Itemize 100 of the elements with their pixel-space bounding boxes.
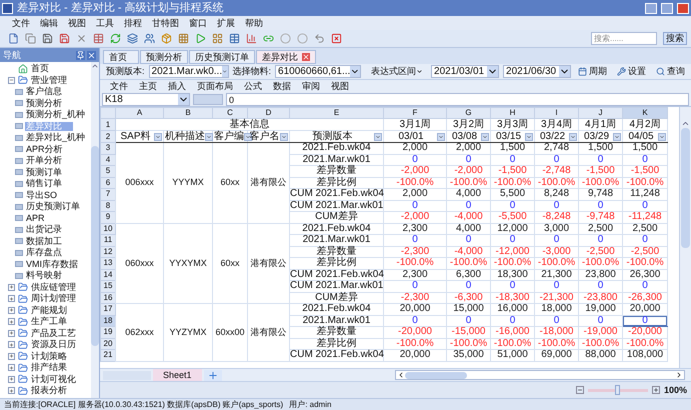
horizontal-scrollbar[interactable] — [395, 370, 685, 380]
tree-item[interactable]: APR分析 — [25, 144, 64, 154]
tree-item[interactable]: APR — [25, 214, 46, 223]
toolbar-button[interactable]: 周期 — [575, 67, 610, 76]
toolbar-button[interactable]: 查询 — [653, 67, 688, 76]
document-tab[interactable]: 首页 — [103, 50, 139, 64]
ribbon-tab[interactable]: 文件 — [110, 82, 128, 91]
tree-item[interactable]: 周计划管理 — [31, 294, 76, 304]
row-header[interactable]: 14 — [100, 269, 116, 280]
menu-item[interactable]: 帮助 — [245, 18, 263, 28]
menu-item[interactable]: 甘特图 — [152, 18, 179, 28]
layout-icon[interactable] — [212, 33, 223, 44]
close-button[interactable] — [677, 2, 689, 14]
expand-icon[interactable] — [8, 295, 15, 302]
scroll-left-icon[interactable] — [397, 371, 405, 379]
package-icon[interactable] — [161, 33, 172, 44]
filter-icon[interactable] — [244, 132, 252, 140]
tree-item[interactable]: 资源及日历 — [31, 340, 76, 350]
row-header[interactable]: 20 — [100, 338, 116, 350]
column-header[interactable]: K — [622, 108, 668, 118]
search-field[interactable]: 搜索...... — [591, 32, 657, 45]
close-icon[interactable] — [87, 50, 96, 60]
end-date-field[interactable]: 2021/06/30 — [503, 65, 572, 78]
copy-icon[interactable] — [25, 33, 36, 44]
sheet-icon[interactable] — [229, 33, 240, 44]
row-header[interactable]: 8 — [100, 200, 116, 212]
ribbon-tab[interactable]: 主页 — [139, 82, 157, 91]
menu-item[interactable]: 编辑 — [40, 18, 58, 28]
tree-item[interactable]: 计划策略 — [31, 352, 67, 361]
tree-item[interactable]: 销售订单 — [25, 179, 63, 188]
row-header[interactable]: 1 — [100, 118, 116, 130]
menu-item[interactable]: 文件 — [12, 18, 30, 28]
column-header[interactable]: C — [212, 108, 248, 118]
caret-icon[interactable] — [416, 68, 424, 75]
bar-chart-icon[interactable] — [246, 33, 257, 44]
column-header[interactable]: G — [446, 108, 490, 118]
tree-item[interactable]: 历史预测订单 — [25, 202, 81, 212]
column-header[interactable]: F — [384, 108, 446, 118]
row-header[interactable]: 4 — [100, 154, 116, 166]
row-header[interactable]: 7 — [100, 188, 116, 200]
row-header[interactable]: 6 — [100, 177, 116, 188]
search-button[interactable]: 搜索 — [663, 32, 687, 45]
tree-item[interactable]: 预测订单 — [25, 168, 63, 177]
tree-item[interactable]: 库存盘点 — [25, 248, 63, 258]
menu-item[interactable]: 工具 — [96, 18, 114, 28]
scroll-up-icon[interactable] — [91, 62, 99, 70]
tree-item[interactable]: 产能规划 — [31, 306, 67, 315]
tree-item[interactable]: 出货记录 — [25, 225, 63, 234]
dropdown-icon[interactable] — [178, 94, 189, 105]
ribbon-tab[interactable]: 插入 — [168, 82, 186, 91]
expand-icon[interactable] — [8, 364, 15, 372]
refresh-icon[interactable] — [110, 33, 121, 44]
row-header[interactable]: 11 — [100, 234, 116, 246]
add-sheet-icon[interactable] — [204, 370, 222, 380]
row-header[interactable]: 21 — [100, 350, 116, 361]
table-icon[interactable] — [93, 33, 104, 44]
column-header[interactable]: J — [578, 108, 622, 118]
column-header[interactable]: H — [490, 108, 534, 118]
close-tab-icon[interactable] — [302, 53, 310, 61]
zoom-out-icon[interactable] — [576, 386, 584, 394]
column-header[interactable]: B — [164, 108, 212, 118]
row-header[interactable]: 15 — [100, 280, 116, 292]
menu-item[interactable]: 排程 — [124, 18, 142, 28]
pin-icon[interactable] — [76, 50, 85, 60]
expand-icon[interactable] — [8, 376, 15, 383]
column-header[interactable]: I — [534, 108, 578, 118]
tree-item[interactable]: 开单分析 — [25, 156, 63, 166]
undo-icon[interactable] — [314, 33, 325, 44]
tree-item[interactable]: VMI库存数据 — [25, 260, 80, 269]
vertical-scrollbar[interactable] — [679, 107, 691, 368]
tree-item[interactable]: 计划可视化 — [31, 374, 76, 384]
expand-icon[interactable] — [8, 387, 15, 394]
tree-item[interactable]: 营业管理 — [31, 76, 67, 85]
row-header[interactable]: 10 — [100, 223, 116, 234]
dropdown-icon[interactable] — [487, 66, 498, 77]
ribbon-tab[interactable]: 公式 — [244, 82, 262, 91]
corner-cell[interactable] — [100, 108, 116, 118]
menu-item[interactable]: 扩展 — [217, 18, 235, 28]
name-box[interactable]: K18 — [102, 93, 190, 106]
dropdown-icon[interactable] — [350, 66, 360, 77]
tree-item[interactable]: 预测分析 — [25, 98, 63, 108]
users-icon[interactable] — [144, 33, 155, 44]
row-header[interactable]: 3 — [100, 142, 116, 154]
row-header[interactable]: 19 — [100, 326, 116, 338]
tree-item[interactable]: 导出SO — [25, 190, 58, 200]
row-header[interactable]: 12 — [100, 246, 116, 258]
column-header[interactable]: E — [290, 108, 384, 118]
scrollbar[interactable] — [91, 62, 99, 398]
scroll-up-icon[interactable] — [681, 119, 690, 128]
expand-icon[interactable] — [8, 318, 15, 326]
layers-icon[interactable] — [127, 33, 138, 44]
row-header[interactable]: 2 — [100, 130, 116, 142]
tree-item[interactable]: 预测分析_机种 — [25, 110, 86, 120]
expand-icon[interactable] — [8, 341, 15, 348]
ribbon-tab[interactable]: 审阅 — [302, 82, 320, 91]
scroll-right-icon[interactable] — [675, 371, 683, 379]
range-dropdown[interactable]: 表达式区间 — [371, 67, 424, 76]
material-select[interactable]: 610060660,61... — [275, 65, 362, 78]
minimize-button[interactable] — [645, 2, 657, 14]
row-header[interactable]: 13 — [100, 258, 116, 269]
